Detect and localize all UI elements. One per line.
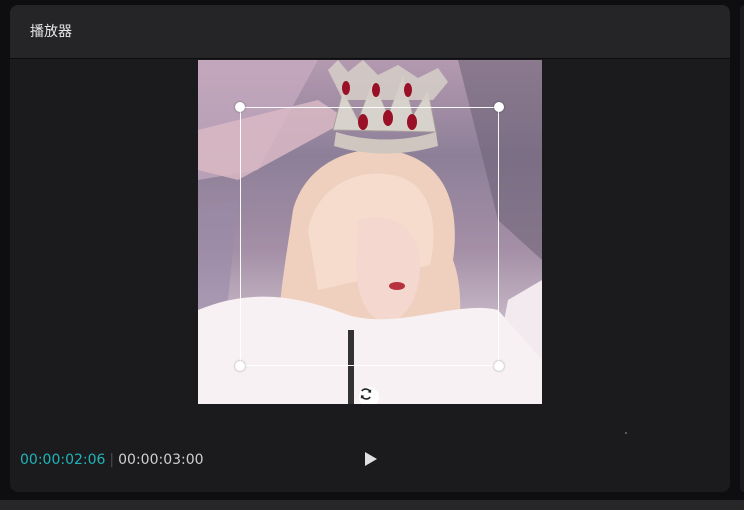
total-time: 00:00:03:00 <box>118 452 204 468</box>
adjacent-panel-edge <box>740 5 744 492</box>
crop-handle-top-right[interactable] <box>494 102 504 112</box>
time-separator: | <box>109 452 115 468</box>
timecode: 00:00:02:06 | 00:00:03:00 <box>20 451 204 469</box>
panel-header: 播放器 <box>10 5 730 59</box>
panel-title: 播放器 <box>30 24 72 40</box>
play-button[interactable] <box>360 448 382 470</box>
rotate-button[interactable] <box>359 387 379 404</box>
rotate-icon <box>360 388 372 400</box>
crop-box[interactable] <box>235 102 504 371</box>
current-time: 00:00:02:06 <box>20 452 106 468</box>
bottom-panel-edge <box>0 500 744 510</box>
crop-handle-bottom-left[interactable] <box>235 361 245 371</box>
play-icon <box>365 452 377 466</box>
player-panel: 播放器 00:00:02:06 | 00:00:03:00 <box>10 5 730 492</box>
divider-dot <box>625 432 627 434</box>
crop-handle-top-left[interactable] <box>235 102 245 112</box>
video-preview[interactable] <box>198 60 542 404</box>
crop-handle-bottom-right[interactable] <box>494 361 504 371</box>
